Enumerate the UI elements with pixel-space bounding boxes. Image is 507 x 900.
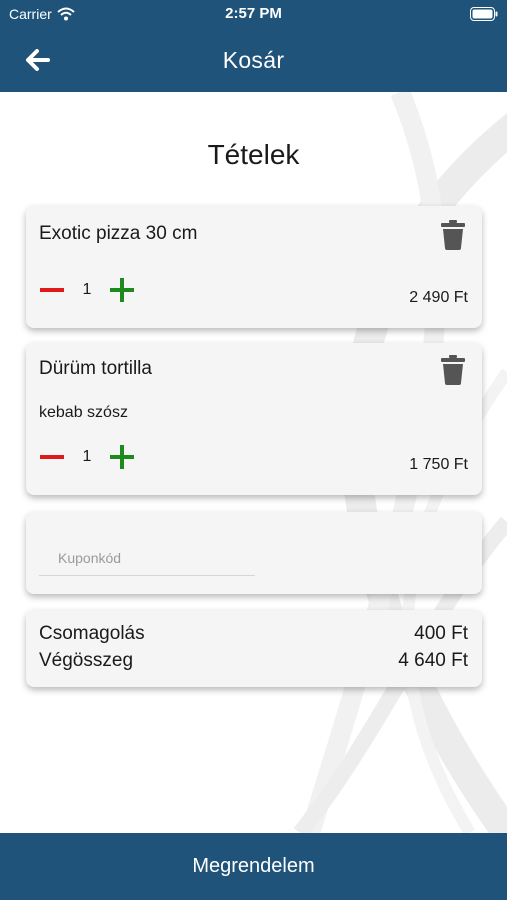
quantity-stepper: 1	[39, 444, 135, 470]
item-option: kebab szósz	[39, 404, 128, 421]
decrease-quantity-button[interactable]	[39, 444, 65, 470]
delete-item-button[interactable]	[440, 355, 466, 385]
navigation-bar: Kosár	[0, 30, 507, 92]
order-summary-card: Csomagolás 400 Ft Végösszeg 4 640 Ft	[26, 610, 482, 687]
section-title: Tételek	[207, 139, 300, 170]
top-bar: Carrier 2:57 PM Kosár	[0, 0, 507, 92]
place-order-label: Megrendelem	[192, 855, 315, 877]
quantity-value: 1	[82, 281, 92, 298]
quantity-value: 1	[82, 448, 92, 465]
plus-icon	[110, 278, 134, 302]
coupon-input[interactable]	[39, 540, 255, 576]
battery-icon	[470, 7, 498, 21]
total-row: Végösszeg 4 640 Ft	[39, 650, 468, 672]
coupon-card	[26, 512, 482, 594]
cart-item-card: Dürüm tortilla kebab szósz 1 1 750 Ft	[26, 343, 482, 495]
packaging-label: Csomagolás	[39, 623, 145, 644]
quantity-stepper: 1	[39, 277, 135, 303]
cart-screen: Carrier 2:57 PM Kosár Tételek Exotic piz…	[0, 0, 507, 900]
place-order-button[interactable]: Megrendelem	[0, 833, 507, 900]
item-name: Dürüm tortilla	[39, 358, 152, 379]
total-label: Végösszeg	[39, 650, 134, 671]
cart-content: Tételek Exotic pizza 30 cm 1 2 490 Ft Dü…	[0, 92, 507, 833]
item-price: 1 750 Ft	[409, 456, 468, 473]
packaging-row: Csomagolás 400 Ft	[39, 623, 468, 645]
total-value: 4 640 Ft	[398, 650, 468, 671]
trash-icon	[441, 355, 465, 385]
status-time: 2:57 PM	[225, 5, 282, 22]
minus-icon	[40, 288, 64, 292]
increase-quantity-button[interactable]	[109, 444, 135, 470]
trash-icon	[441, 220, 465, 250]
status-bar: Carrier 2:57 PM	[0, 0, 507, 30]
decrease-quantity-button[interactable]	[39, 277, 65, 303]
item-price: 2 490 Ft	[409, 289, 468, 306]
cart-item-card: Exotic pizza 30 cm 1 2 490 Ft	[26, 206, 482, 328]
minus-icon	[40, 455, 64, 459]
item-name: Exotic pizza 30 cm	[39, 223, 198, 244]
delete-item-button[interactable]	[440, 220, 466, 250]
increase-quantity-button[interactable]	[109, 277, 135, 303]
packaging-value: 400 Ft	[414, 623, 468, 644]
plus-icon	[110, 445, 134, 469]
page-title: Kosár	[222, 47, 285, 73]
